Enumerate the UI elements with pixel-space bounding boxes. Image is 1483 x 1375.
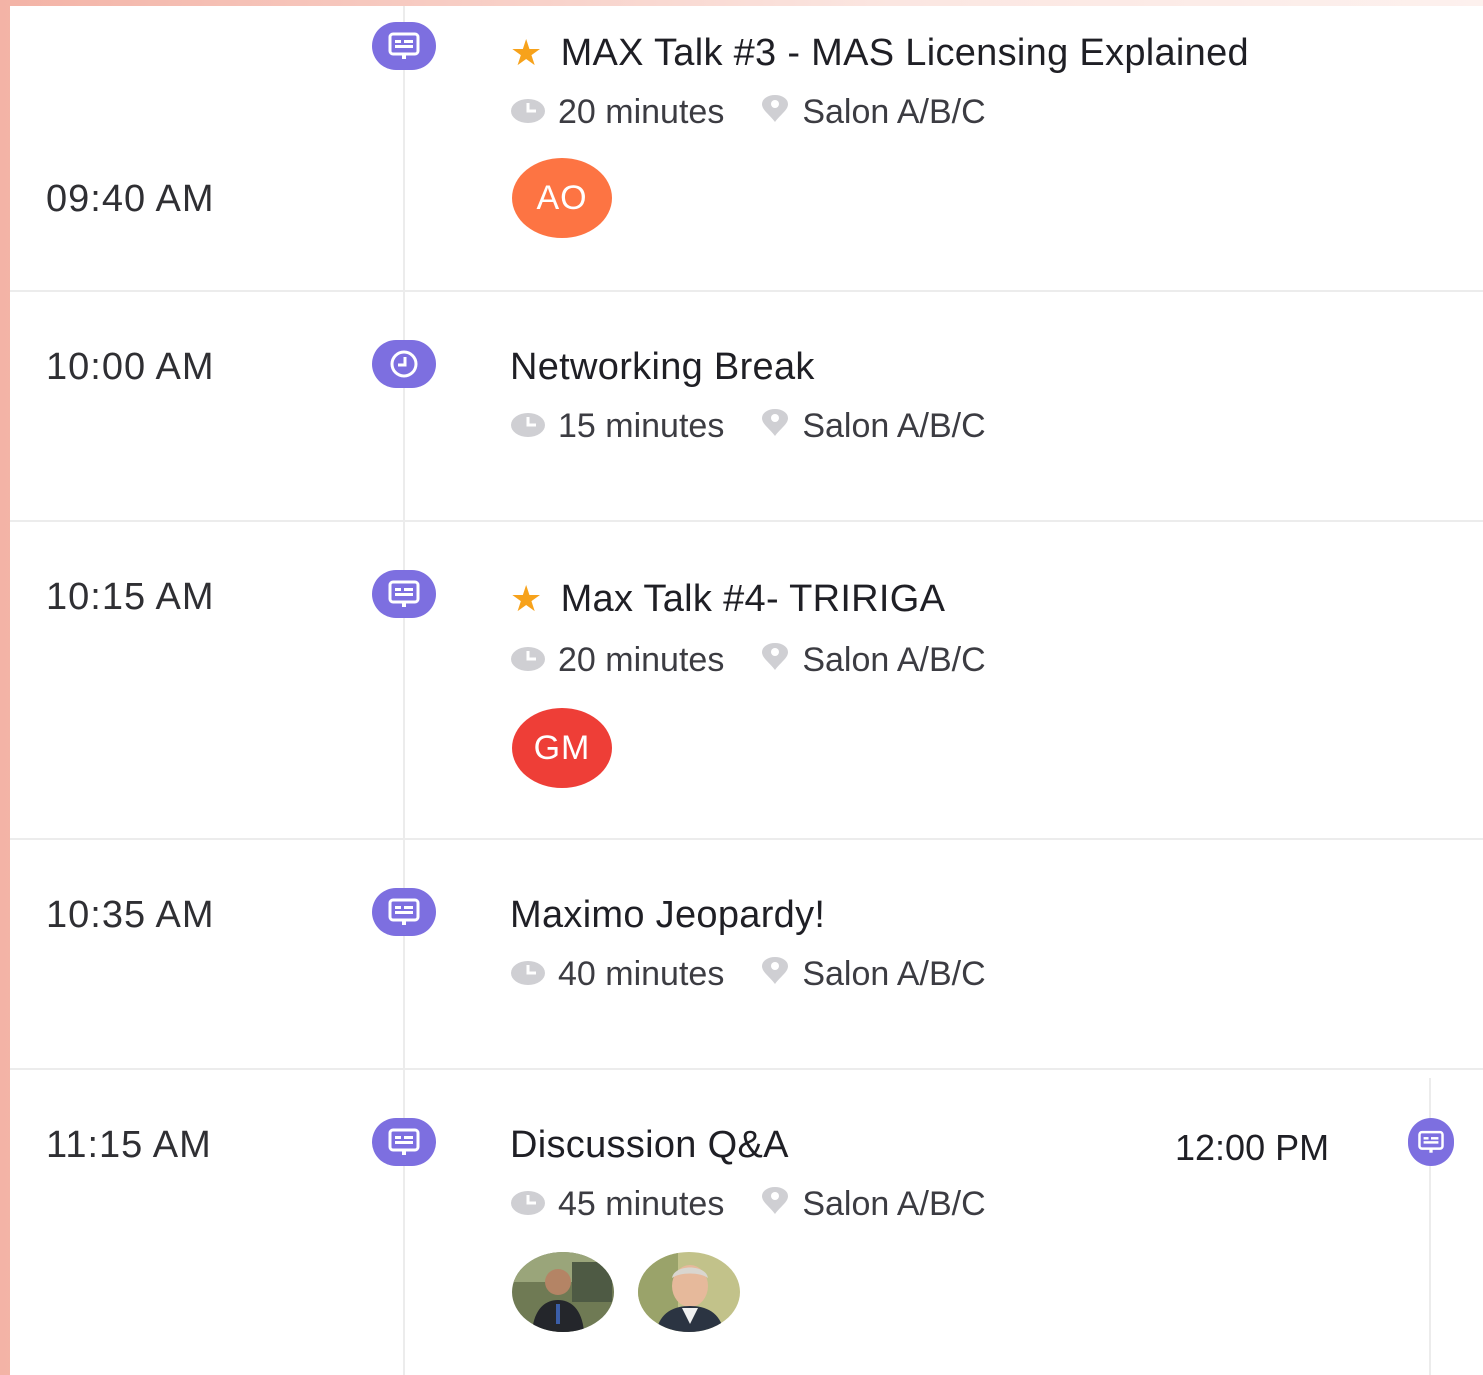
session-time: 09:40 AM	[46, 178, 215, 220]
session-meta: 15 minutes Salon A/B/C	[510, 408, 986, 444]
session-title[interactable]: Maximo Jeopardy!	[510, 896, 825, 934]
session-meta: 45 minutes Salon A/B/C	[510, 1186, 986, 1222]
session-row[interactable]: 10:00 AM Networking Break 15 minutes Sal…	[10, 292, 1483, 522]
duration-text: 20 minutes	[558, 641, 725, 679]
session-time: 10:15 AM	[46, 576, 215, 618]
location-text: Salon A/B/C	[802, 955, 986, 993]
clock-icon	[510, 95, 546, 129]
session-time: 10:00 AM	[46, 346, 215, 388]
session-row[interactable]: 10:35 AM Maximo Jeopardy! 40 minutes Sal…	[10, 840, 1483, 1070]
clock-icon	[510, 957, 546, 991]
session-row[interactable]: 10:15 AM ★ Max Talk #4- TRIRIGA 20 minute…	[10, 522, 1483, 840]
location-pin-icon	[760, 1186, 790, 1222]
session-meta: 20 minutes Salon A/B/C	[510, 642, 986, 678]
location-text: Salon A/B/C	[802, 93, 986, 131]
session-title[interactable]: Networking Break	[510, 348, 815, 386]
duration-text: 40 minutes	[558, 955, 725, 993]
speaker-avatar[interactable]: AO	[512, 158, 612, 238]
speaker-photo-1[interactable]	[512, 1252, 614, 1332]
presentation-icon	[372, 570, 436, 618]
location-pin-icon	[760, 94, 790, 130]
agenda-board: ★ MAX Talk #3 - MAS Licensing Explained 2…	[10, 6, 1483, 1375]
location-pin-icon	[760, 956, 790, 992]
session-meta: 40 minutes Salon A/B/C	[510, 956, 986, 992]
speaker-avatar[interactable]: GM	[512, 708, 612, 788]
session-row[interactable]: 11:15 AM Discussion Q&A 45 minutes Salon…	[10, 1070, 1483, 1375]
clock-icon	[510, 1187, 546, 1221]
presentation-icon	[1408, 1118, 1454, 1166]
presentation-icon	[372, 888, 436, 936]
session-title[interactable]: ★ Max Talk #4- TRIRIGA	[510, 580, 945, 618]
break-clock-icon	[372, 340, 436, 388]
session-title[interactable]: Discussion Q&A	[510, 1126, 789, 1164]
location-pin-icon	[760, 642, 790, 678]
presentation-icon	[372, 1118, 436, 1166]
session-row[interactable]: ★ MAX Talk #3 - MAS Licensing Explained 2…	[10, 6, 1483, 292]
clock-icon	[510, 643, 546, 677]
clock-icon	[510, 409, 546, 443]
session-time: 11:15 AM	[46, 1124, 212, 1166]
duration-text: 45 minutes	[558, 1185, 725, 1223]
session-title[interactable]: ★ MAX Talk #3 - MAS Licensing Explained	[510, 34, 1249, 72]
location-text: Salon A/B/C	[802, 407, 986, 445]
session-time: 10:35 AM	[46, 894, 215, 936]
duration-text: 20 minutes	[558, 93, 725, 131]
next-column-time: 12:00 PM	[1175, 1127, 1330, 1168]
speaker-photo-2[interactable]	[638, 1252, 740, 1332]
presentation-icon	[372, 22, 436, 70]
location-text: Salon A/B/C	[802, 1185, 986, 1223]
star-icon[interactable]: ★	[510, 578, 543, 619]
session-meta: 20 minutes Salon A/B/C	[510, 94, 986, 130]
star-icon[interactable]: ★	[510, 32, 543, 73]
duration-text: 15 minutes	[558, 407, 725, 445]
location-pin-icon	[760, 408, 790, 444]
location-text: Salon A/B/C	[802, 641, 986, 679]
